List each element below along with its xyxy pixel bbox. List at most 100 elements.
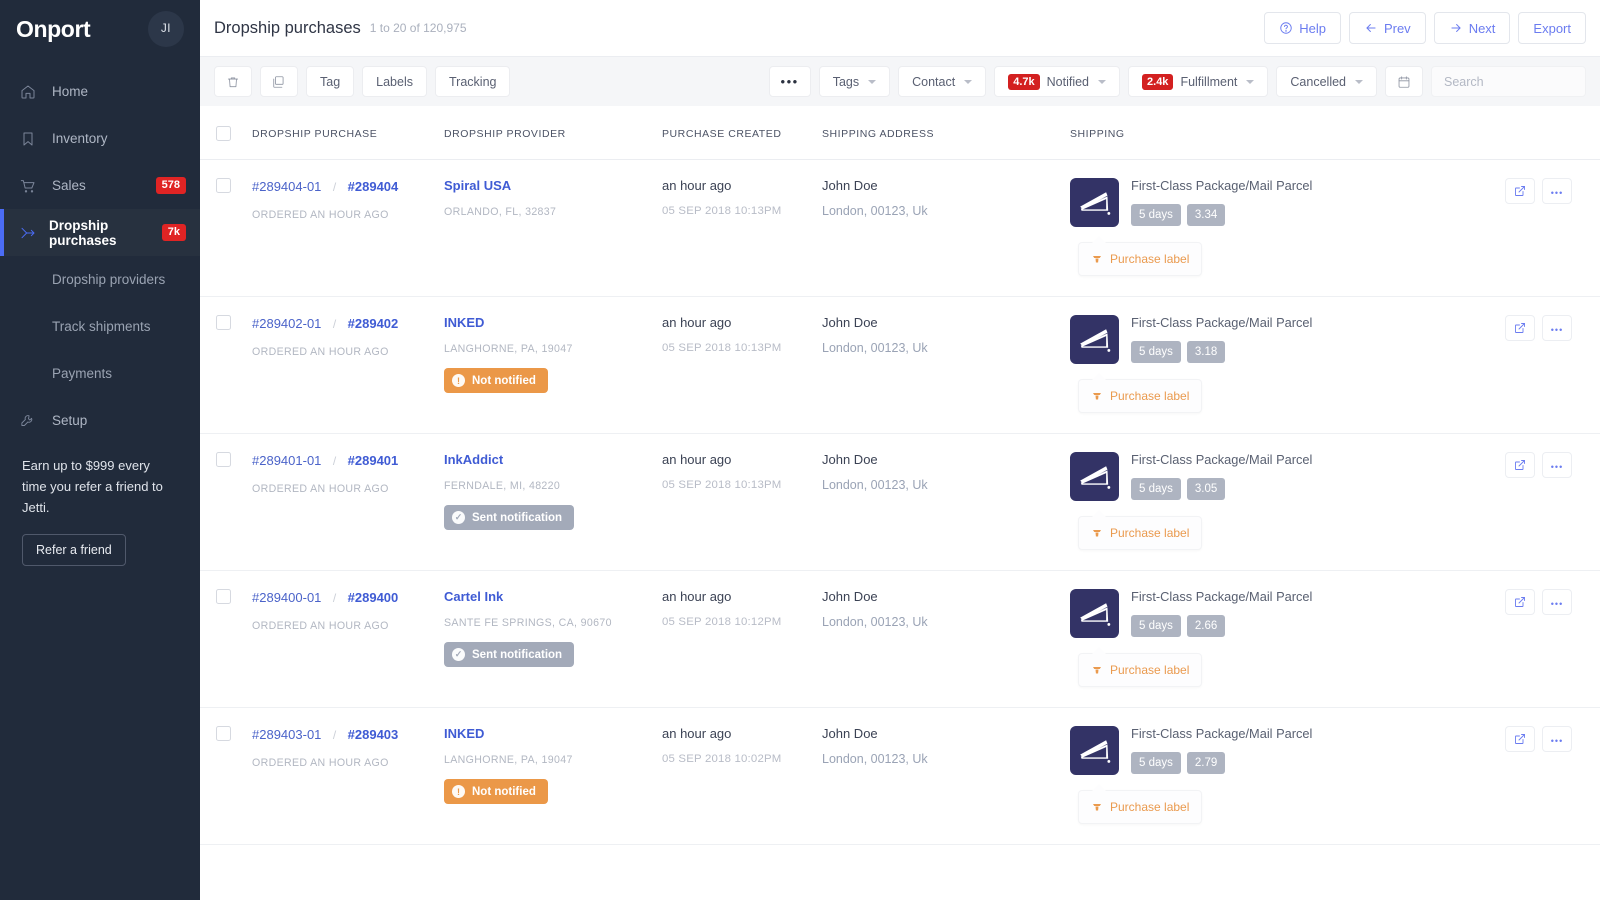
export-button[interactable]: Export: [1518, 12, 1586, 44]
tracking-filter-button[interactable]: Tracking: [435, 66, 510, 97]
order-id-link[interactable]: #289403: [348, 727, 399, 742]
open-external-button[interactable]: [1505, 178, 1535, 204]
tags-filter-button[interactable]: Tags: [819, 66, 890, 97]
column-purchase-created[interactable]: PURCHASE CREATED: [662, 106, 822, 160]
prev-button[interactable]: Prev: [1349, 12, 1426, 44]
row-more-button[interactable]: •••: [1542, 178, 1572, 204]
provider-link[interactable]: Spiral USA: [444, 178, 652, 193]
shipping-address-line[interactable]: London, 00123, Uk: [822, 615, 1060, 629]
provider-location: LANGHORNE, PA, 19047: [444, 343, 652, 355]
sidebar-subitem-track-shipments[interactable]: Track shipments: [0, 303, 200, 350]
shipping-address-line[interactable]: London, 00123, Uk: [822, 204, 1060, 218]
column-dropship-provider[interactable]: DROPSHIP PROVIDER: [444, 106, 662, 160]
archive-icon-button[interactable]: [260, 66, 298, 97]
trash-icon-button[interactable]: [214, 66, 252, 97]
sidebar-item-setup[interactable]: Setup: [0, 397, 200, 444]
purchase-id-link[interactable]: #289404-01: [252, 179, 321, 194]
row-checkbox[interactable]: [216, 452, 231, 467]
row-checkbox[interactable]: [216, 315, 231, 330]
contact-filter-button[interactable]: Contact: [898, 66, 986, 97]
purchase-label-button[interactable]: Purchase label: [1078, 790, 1202, 824]
provider-link[interactable]: Cartel Ink: [444, 589, 652, 604]
select-all-checkbox[interactable]: [216, 126, 231, 141]
tag-orange-icon: [1091, 664, 1103, 676]
tag-filter-button[interactable]: Tag: [306, 66, 354, 97]
sidebar-item-sales[interactable]: Sales578: [0, 162, 200, 209]
help-button[interactable]: Help: [1264, 12, 1341, 44]
labels-filter-button[interactable]: Labels: [362, 66, 427, 97]
sidebar-subitem-dropship-providers[interactable]: Dropship providers: [0, 256, 200, 303]
external-link-icon: [1514, 322, 1526, 334]
avatar[interactable]: JI: [148, 11, 184, 47]
table-row[interactable]: #289404-01 / #289404 ORDERED AN HOUR AGO…: [200, 160, 1600, 297]
purchase-id-link[interactable]: #289401-01: [252, 453, 321, 468]
purchase-id-link[interactable]: #289403-01: [252, 727, 321, 742]
shipping-service-name: First-Class Package/Mail Parcel: [1131, 726, 1312, 741]
row-actions-cell: •••: [1482, 297, 1600, 434]
row-more-button[interactable]: •••: [1542, 452, 1572, 478]
purchase-label-button[interactable]: Purchase label: [1078, 379, 1202, 413]
sidebar-item-inventory[interactable]: Inventory: [0, 115, 200, 162]
purchase-id-link[interactable]: #289402-01: [252, 316, 321, 331]
purchase-label-button[interactable]: Purchase label: [1078, 653, 1202, 687]
purchase-id-link[interactable]: #289400-01: [252, 590, 321, 605]
external-link-icon: [1514, 459, 1526, 471]
purchase-label-button[interactable]: Purchase label: [1078, 516, 1202, 550]
open-external-button[interactable]: [1505, 726, 1535, 752]
shipping-address-line[interactable]: London, 00123, Uk: [822, 478, 1060, 492]
button-label: Cancelled: [1290, 75, 1346, 89]
record-count: 1 to 20 of 120,975: [370, 21, 467, 35]
order-id-link[interactable]: #289404: [348, 179, 399, 194]
open-external-button[interactable]: [1505, 452, 1535, 478]
notified-filter-button[interactable]: 4.7kNotified: [994, 66, 1120, 97]
row-more-button[interactable]: •••: [1542, 315, 1572, 341]
shipping-address-line[interactable]: London, 00123, Uk: [822, 341, 1060, 355]
provider-link[interactable]: INKED: [444, 726, 652, 741]
cancelled-filter-button[interactable]: Cancelled: [1276, 66, 1377, 97]
refer-a-friend-button[interactable]: Refer a friend: [22, 534, 126, 566]
search-input[interactable]: [1444, 75, 1573, 89]
popover-arrow: [1092, 647, 1106, 654]
sidebar-subitem-payments[interactable]: Payments: [0, 350, 200, 397]
table-row[interactable]: #289403-01 / #289403 ORDERED AN HOUR AGO…: [200, 708, 1600, 845]
created-exact: 05 SEP 2018 10:13PM: [662, 479, 812, 491]
next-button[interactable]: Next: [1434, 12, 1511, 44]
row-more-button[interactable]: •••: [1542, 726, 1572, 752]
table-row[interactable]: #289401-01 / #289401 ORDERED AN HOUR AGO…: [200, 434, 1600, 571]
purchase-label-button[interactable]: Purchase label: [1078, 242, 1202, 276]
shipping-address-line[interactable]: London, 00123, Uk: [822, 752, 1060, 766]
column-shipping-address[interactable]: SHIPPING ADDRESS: [822, 106, 1070, 160]
search-box[interactable]: [1431, 66, 1586, 97]
cart-icon: [20, 178, 42, 194]
open-external-button[interactable]: [1505, 315, 1535, 341]
shipping-service-name: First-Class Package/Mail Parcel: [1131, 315, 1312, 330]
sidebar-item-home[interactable]: Home: [0, 68, 200, 115]
row-checkbox[interactable]: [216, 178, 231, 193]
ellipsis-icon-button[interactable]: •••: [769, 66, 811, 97]
row-checkbox[interactable]: [216, 589, 231, 604]
order-id-link[interactable]: #289402: [348, 316, 399, 331]
row-checkbox[interactable]: [216, 726, 231, 741]
row-select-cell: [200, 297, 252, 434]
provider-link[interactable]: InkAddict: [444, 452, 652, 467]
provider-link[interactable]: INKED: [444, 315, 652, 330]
column-shipping[interactable]: SHIPPING: [1070, 106, 1482, 160]
row-more-button[interactable]: •••: [1542, 589, 1572, 615]
calendar-icon-button[interactable]: [1385, 66, 1423, 97]
sidebar-brand-row: Onport JI: [0, 0, 200, 58]
order-id-link[interactable]: #289400: [348, 590, 399, 605]
order-id-link[interactable]: #289401: [348, 453, 399, 468]
sidebar-item-badge: 7k: [162, 224, 186, 241]
open-external-button[interactable]: [1505, 589, 1535, 615]
sidebar-item-dropship-purchases[interactable]: Dropship purchases7k: [0, 209, 200, 256]
table-row[interactable]: #289400-01 / #289400 ORDERED AN HOUR AGO…: [200, 571, 1600, 708]
dots-icon: •••: [1551, 732, 1563, 747]
check-icon: ✓: [452, 648, 465, 661]
column-dropship-purchase[interactable]: DROPSHIP PURCHASE: [252, 106, 444, 160]
main-content: Dropship purchases 1 to 20 of 120,975 He…: [200, 0, 1600, 900]
table-row[interactable]: #289402-01 / #289402 ORDERED AN HOUR AGO…: [200, 297, 1600, 434]
chevron-down-icon: [868, 80, 876, 84]
brand-logo[interactable]: Onport: [16, 16, 90, 43]
fulfillment-filter-button[interactable]: 2.4kFulfillment: [1128, 66, 1268, 97]
dropship-provider-cell: Cartel Ink SANTE FE SPRINGS, CA, 90670 ✓…: [444, 571, 662, 708]
